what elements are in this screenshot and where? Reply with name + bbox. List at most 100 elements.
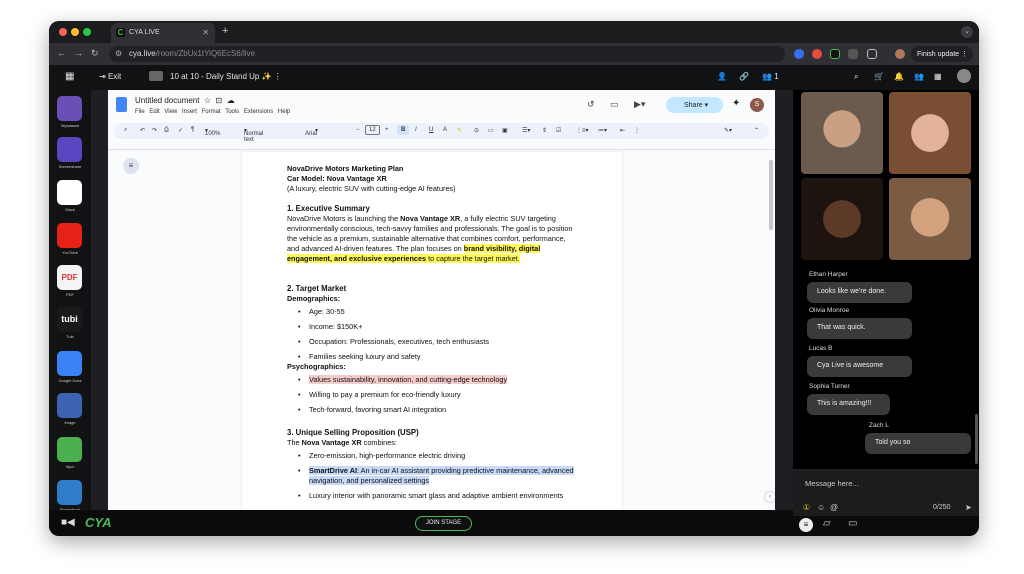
extension-2-icon[interactable] xyxy=(812,49,822,59)
highlight-color-icon[interactable]: ✎ xyxy=(457,127,462,134)
app-youtube-icon[interactable] xyxy=(57,223,82,248)
cart-icon[interactable]: 🛒 xyxy=(874,72,884,81)
document-title[interactable]: Untitled document ☆ ⊡ ☁ xyxy=(135,96,235,105)
link-icon[interactable]: 🔗 xyxy=(739,72,749,81)
redo-icon[interactable]: ↷ xyxy=(152,127,157,134)
menu-extensions[interactable]: Extensions xyxy=(244,109,273,115)
participant-video-1[interactable] xyxy=(801,92,883,174)
font-select[interactable]: Arial ▾ xyxy=(305,127,318,137)
menu-help[interactable]: Help xyxy=(278,109,290,115)
indent-icon[interactable]: ⇤ xyxy=(620,127,625,134)
minimize-window-button[interactable] xyxy=(71,28,79,36)
chat-scrollbar[interactable] xyxy=(975,414,978,464)
grid-menu-icon[interactable]: ▦ xyxy=(934,72,942,81)
menu-format[interactable]: Format xyxy=(202,109,221,115)
close-window-button[interactable] xyxy=(59,28,67,36)
tab-search-chevron-icon[interactable]: ⌄ xyxy=(961,26,973,38)
undo-icon[interactable]: ↶ xyxy=(140,127,145,134)
reload-icon[interactable]: ↻ xyxy=(91,48,99,59)
app-mywassta-icon[interactable] xyxy=(57,96,82,121)
bulleted-list-icon[interactable]: ⋮≡▾ xyxy=(576,127,589,134)
participant-video-2[interactable] xyxy=(889,92,971,174)
apps-tab-icon[interactable]: ▭ xyxy=(848,518,857,529)
search-menus-icon[interactable]: ⌕ xyxy=(124,127,127,134)
message-input[interactable]: Message here... xyxy=(805,479,859,488)
insert-image-icon[interactable]: ▣ xyxy=(502,127,508,134)
browser-tab[interactable]: C CYA LIVE ✕ xyxy=(111,23,215,43)
bold-button[interactable]: B xyxy=(397,125,410,135)
gemini-icon[interactable]: ✦ xyxy=(732,98,740,109)
spellcheck-icon[interactable]: ✓ xyxy=(178,127,183,134)
insert-link-icon[interactable]: ⊝ xyxy=(474,127,479,134)
line-spacing-icon[interactable]: ⇕ xyxy=(542,127,547,134)
add-person-icon[interactable]: 👤 xyxy=(717,72,727,81)
collapse-panel-icon[interactable]: ‹ xyxy=(765,492,775,502)
menu-tools[interactable]: Tools xyxy=(225,109,239,115)
comment-icon[interactable]: ▭ xyxy=(610,99,619,110)
bell-icon[interactable]: 🔔 xyxy=(894,72,904,81)
collapse-toolbar-icon[interactable]: ⌃ xyxy=(754,127,759,134)
underline-button[interactable]: U xyxy=(429,127,433,133)
italic-button[interactable]: I xyxy=(415,127,417,133)
app-image-icon[interactable] xyxy=(57,393,82,418)
app-sketchbook-icon[interactable] xyxy=(57,480,82,505)
account-avatar[interactable]: S xyxy=(750,98,764,112)
menu-file[interactable]: File xyxy=(135,109,145,115)
extension-cya-icon[interactable] xyxy=(830,49,840,59)
coin-icon[interactable]: ① xyxy=(803,503,810,512)
insert-comment-icon[interactable]: ▭ xyxy=(488,127,494,134)
send-icon[interactable]: ➤ xyxy=(965,503,972,512)
app-tubi-icon[interactable]: tubi xyxy=(57,307,82,332)
app-pdf-icon[interactable]: PDF xyxy=(57,265,82,290)
join-stage-button[interactable]: JOIN STAGE xyxy=(415,516,472,531)
extensions-puzzle-icon[interactable] xyxy=(867,49,877,59)
app-slack-icon[interactable] xyxy=(57,180,82,205)
new-tab-button[interactable]: + xyxy=(222,25,228,37)
emoji-icon[interactable]: ☺ xyxy=(817,503,825,512)
site-info-icon[interactable]: ⚙ xyxy=(115,49,122,58)
menu-edit[interactable]: Edit xyxy=(149,109,159,115)
meet-icon[interactable]: ▶▾ xyxy=(634,99,645,110)
align-icon[interactable]: ☰▾ xyxy=(522,127,530,134)
menu-view[interactable]: View xyxy=(164,109,177,115)
print-icon[interactable]: ⎙ xyxy=(164,127,169,134)
mention-icon[interactable]: @ xyxy=(830,503,838,512)
forward-icon[interactable]: → xyxy=(74,48,83,58)
exit-button[interactable]: ⇥ Exit xyxy=(99,72,121,81)
people-icon[interactable]: 👥 xyxy=(914,72,924,81)
horizontal-ruler[interactable] xyxy=(108,142,775,150)
grid-icon[interactable]: ▦ xyxy=(65,71,74,82)
zoom-select[interactable]: 100% ▾ xyxy=(205,127,220,137)
notes-tab-icon[interactable]: ▱ xyxy=(823,518,831,529)
participants-button[interactable]: 👥 1 xyxy=(762,72,779,81)
finish-update-button[interactable]: Finish update ⋮ xyxy=(911,46,973,62)
maximize-window-button[interactable] xyxy=(83,28,91,36)
document-outline-icon[interactable]: ≡ xyxy=(123,158,139,174)
extension-3-icon[interactable] xyxy=(848,49,858,59)
search-icon[interactable]: ⌕ xyxy=(854,72,858,82)
chat-tab-icon[interactable]: ≡ xyxy=(799,518,813,532)
participant-video-3[interactable] xyxy=(801,178,883,260)
user-avatar[interactable] xyxy=(957,69,971,83)
paint-format-icon[interactable]: ¶ xyxy=(191,127,194,133)
extension-1-icon[interactable] xyxy=(794,49,804,59)
numbered-list-icon[interactable]: ≔▾ xyxy=(598,127,607,134)
back-icon[interactable]: ← xyxy=(57,48,66,58)
share-button[interactable]: Share ▾ xyxy=(666,97,723,113)
document-scrollbar[interactable] xyxy=(769,160,773,230)
app-google-docs-icon[interactable] xyxy=(57,351,82,376)
font-size-increase-icon[interactable]: + xyxy=(385,127,389,133)
camera-icon[interactable]: ■◀ xyxy=(61,517,75,528)
participant-video-4[interactable] xyxy=(889,178,971,260)
font-size-input[interactable]: 12 xyxy=(365,125,380,135)
more-options-icon[interactable]: ⋮ xyxy=(634,127,640,134)
editing-mode-icon[interactable]: ✎▾ xyxy=(724,127,732,134)
address-bar[interactable]: ⚙ cya.live/room/ZbUx1tYiQ6EcS6/live ☆ xyxy=(109,46,805,62)
app-mp4-icon[interactable] xyxy=(57,437,82,462)
history-icon[interactable]: ↺ xyxy=(587,99,595,110)
close-tab-icon[interactable]: ✕ xyxy=(202,28,209,37)
text-color-icon[interactable]: A xyxy=(443,127,447,133)
font-size-decrease-icon[interactable]: − xyxy=(356,127,360,133)
meeting-title[interactable]: 10 at 10 - Daily Stand Up ✨ ⋮ xyxy=(170,72,282,81)
app-screenshare-icon[interactable] xyxy=(57,137,82,162)
